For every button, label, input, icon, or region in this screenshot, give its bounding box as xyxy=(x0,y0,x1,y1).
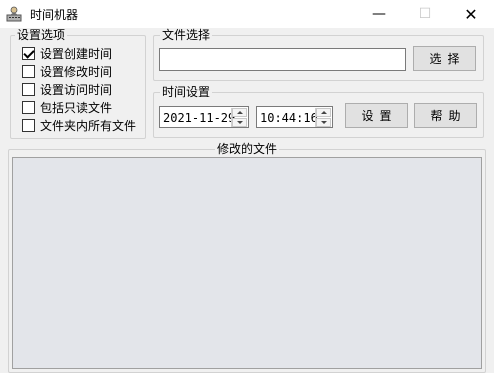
settings-option-label: 设置创建时间 xyxy=(40,46,113,61)
file-path-input[interactable] xyxy=(159,48,406,71)
set-button[interactable]: 设置 xyxy=(345,103,408,128)
keyboard-user-icon xyxy=(6,6,22,22)
window-title: 时间机器 xyxy=(30,8,79,22)
set-button-label: 设置 xyxy=(361,109,398,123)
checkbox-unchecked[interactable] xyxy=(22,118,35,132)
spin-down-icon[interactable] xyxy=(232,118,247,127)
settings-option-5[interactable]: 文件夹内所有文件 xyxy=(22,117,136,133)
help-button-label: 帮助 xyxy=(430,109,467,123)
checkbox-checked[interactable] xyxy=(22,46,35,60)
title-bar: 时间机器 — ☐ ✕ xyxy=(0,0,494,28)
modified-files-list[interactable] xyxy=(12,157,482,369)
settings-option-4[interactable]: 包括只读文件 xyxy=(22,99,112,115)
maximize-icon: ☐ xyxy=(418,6,432,22)
checkbox-unchecked[interactable] xyxy=(22,64,35,78)
select-button[interactable]: 选择 xyxy=(413,46,476,71)
checkbox-unchecked[interactable] xyxy=(22,100,35,114)
date-spinner[interactable] xyxy=(231,108,247,127)
settings-option-1[interactable]: 设置创建时间 xyxy=(22,45,112,61)
settings-option-label: 文件夹内所有文件 xyxy=(40,118,137,133)
maximize-button[interactable]: ☐ xyxy=(402,0,448,28)
minimize-button[interactable]: — xyxy=(356,0,402,28)
help-button[interactable]: 帮助 xyxy=(414,103,477,128)
spin-down-icon[interactable] xyxy=(316,118,331,127)
time-picker[interactable]: 10:44:16 xyxy=(256,106,333,128)
close-icon: ✕ xyxy=(464,4,478,24)
modified-files-title: 修改的文件 xyxy=(215,142,280,156)
settings-option-label: 设置访问时间 xyxy=(40,82,113,97)
spin-up-icon[interactable] xyxy=(316,108,331,117)
spin-up-icon[interactable] xyxy=(232,108,247,117)
date-value: 2021-11-29 xyxy=(163,111,236,125)
settings-option-2[interactable]: 设置修改时间 xyxy=(22,63,112,79)
date-picker[interactable]: 2021-11-29 xyxy=(159,106,249,128)
settings-option-label: 包括只读文件 xyxy=(40,100,113,115)
time-value: 10:44:16 xyxy=(260,111,318,125)
minimize-icon: — xyxy=(372,6,386,22)
settings-options-title: 设置选项 xyxy=(15,28,68,42)
file-select-title: 文件选择 xyxy=(160,28,213,42)
settings-option-label: 设置修改时间 xyxy=(40,64,113,79)
select-button-label: 选择 xyxy=(429,52,466,66)
close-button[interactable]: ✕ xyxy=(448,0,494,28)
time-spinner[interactable] xyxy=(315,108,331,127)
time-settings-title: 时间设置 xyxy=(160,85,213,99)
checkbox-unchecked[interactable] xyxy=(22,82,35,96)
settings-option-3[interactable]: 设置访问时间 xyxy=(22,81,112,97)
